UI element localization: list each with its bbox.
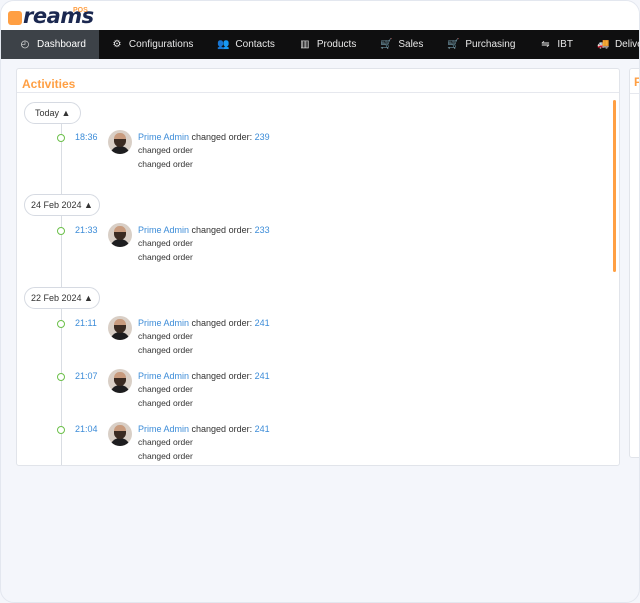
activity-detail: changed order	[138, 159, 193, 169]
transfer-icon: ⇋	[541, 39, 550, 50]
logo-bar: reams POS	[1, 1, 639, 30]
order-link[interactable]: 241	[255, 371, 270, 381]
activity-user-link[interactable]: Prime Admin	[138, 424, 189, 434]
activities-card-header: Activities	[17, 69, 619, 93]
activity-action: changed order:	[189, 371, 255, 381]
activity-entry: 21:11 Prime Admin changed order: 241 cha…	[17, 316, 577, 360]
activity-user-link[interactable]: Prime Admin	[138, 371, 189, 381]
avatar	[108, 223, 132, 247]
nav-item-deliveries[interactable]: 🚚 Deliveries	[585, 30, 639, 59]
side-card: F	[629, 68, 639, 458]
dashboard-icon: ◴	[20, 39, 30, 50]
activity-entry: 18:36 Prime Admin changed order: 239 cha…	[17, 130, 577, 174]
activity-time[interactable]: 21:11	[75, 318, 97, 328]
logo-pos-label: POS	[73, 7, 88, 14]
users-icon: 👥	[217, 39, 230, 50]
nav-item-products[interactable]: ▥ Products	[287, 30, 368, 59]
activity-time[interactable]: 21:04	[75, 424, 98, 434]
activity-detail: changed order	[138, 331, 193, 341]
activities-card: Activities Today ▲ 18:36 Prime Admin cha…	[16, 68, 620, 466]
day-toggle-22-feb-2024[interactable]: 22 Feb 2024 ▲	[24, 287, 100, 309]
activity-user-link[interactable]: Prime Admin	[138, 225, 189, 235]
avatar	[108, 422, 132, 446]
timeline-dot	[57, 227, 65, 235]
side-card-title: F	[634, 75, 639, 89]
nav-item-dashboard[interactable]: ◴ Dashboard	[1, 30, 99, 59]
activity-entry: 21:33 Prime Admin changed order: 233 cha…	[17, 223, 577, 267]
activity-summary: Prime Admin changed order: 241	[138, 318, 270, 328]
nav-label: Deliveries	[614, 39, 639, 50]
timeline-dot	[57, 373, 65, 381]
gear-icon: ⚙	[112, 39, 122, 50]
activity-user-link[interactable]: Prime Admin	[138, 132, 189, 142]
day-toggle-today[interactable]: Today ▲	[24, 102, 82, 124]
activity-detail: changed order	[138, 451, 193, 461]
avatar	[108, 369, 132, 393]
activity-detail: changed order	[138, 145, 193, 155]
activity-detail: changed order	[138, 384, 193, 394]
avatar	[108, 316, 132, 340]
day-toggle-24-feb-2024[interactable]: 24 Feb 2024 ▲	[24, 194, 100, 216]
main-nav: ◴ Dashboard ⚙ Configurations 👥 Contacts …	[1, 30, 639, 59]
nav-label: Configurations	[128, 39, 194, 50]
nav-label: IBT	[557, 39, 573, 50]
activity-time[interactable]: 18:36	[75, 132, 98, 142]
nav-label: Dashboard	[37, 39, 86, 50]
nav-item-ibt[interactable]: ⇋ IBT	[527, 30, 585, 59]
order-link[interactable]: 241	[255, 318, 270, 328]
activity-user-link[interactable]: Prime Admin	[138, 318, 189, 328]
cart-solid-icon: 🛒	[447, 39, 460, 50]
activity-summary: Prime Admin changed order: 233	[138, 225, 270, 235]
timeline-dot	[57, 134, 65, 142]
activity-summary: Prime Admin changed order: 241	[138, 424, 270, 434]
activities-title: Activities	[22, 77, 76, 91]
activity-action: changed order:	[189, 132, 255, 142]
nav-label: Purchasing	[465, 39, 516, 50]
side-card-divider	[630, 93, 639, 94]
activity-detail: changed order	[138, 398, 193, 408]
brand-logo[interactable]: reams POS	[8, 5, 94, 27]
activity-detail: changed order	[138, 252, 193, 262]
nav-item-configurations[interactable]: ⚙ Configurations	[99, 30, 205, 59]
avatar	[108, 130, 132, 154]
scrollbar-thumb[interactable]	[613, 100, 616, 272]
order-link[interactable]: 241	[255, 424, 270, 434]
barcode-icon: ▥	[300, 39, 310, 50]
nav-label: Products	[316, 39, 357, 50]
truck-icon: 🚚	[596, 39, 610, 50]
activity-detail: changed order	[138, 238, 193, 248]
nav-label: Contacts	[235, 39, 275, 50]
nav-item-sales[interactable]: 🛒 Sales	[368, 30, 435, 59]
cart-icon: 🛒	[380, 39, 393, 50]
nav-item-purchasing[interactable]: 🛒 Purchasing	[435, 30, 527, 59]
app-window: reams POS ◴ Dashboard ⚙ Configurations 👥…	[0, 0, 640, 603]
order-link[interactable]: 239	[255, 132, 270, 142]
activity-action: changed order:	[189, 318, 255, 328]
activity-entry: 21:07 Prime Admin changed order: 241 cha…	[17, 369, 577, 413]
activity-action: changed order:	[189, 424, 255, 434]
activity-entry: 21:04 Prime Admin changed order: 241 cha…	[17, 422, 577, 465]
timeline-dot	[57, 426, 65, 434]
activity-detail: changed order	[138, 345, 193, 355]
activity-action: changed order:	[189, 225, 255, 235]
activity-detail: changed order	[138, 437, 193, 447]
timeline-dot	[57, 320, 65, 328]
order-link[interactable]: 233	[255, 225, 270, 235]
activity-time[interactable]: 21:07	[75, 371, 98, 381]
nav-label: Sales	[398, 39, 424, 50]
activity-summary: Prime Admin changed order: 241	[138, 371, 270, 381]
activities-scroll-area[interactable]: Today ▲ 18:36 Prime Admin changed order:…	[17, 94, 619, 465]
shopping-bag-icon	[8, 11, 22, 25]
activity-time[interactable]: 21:33	[75, 225, 98, 235]
nav-item-contacts[interactable]: 👥 Contacts	[205, 30, 286, 59]
activity-summary: Prime Admin changed order: 239	[138, 132, 270, 142]
